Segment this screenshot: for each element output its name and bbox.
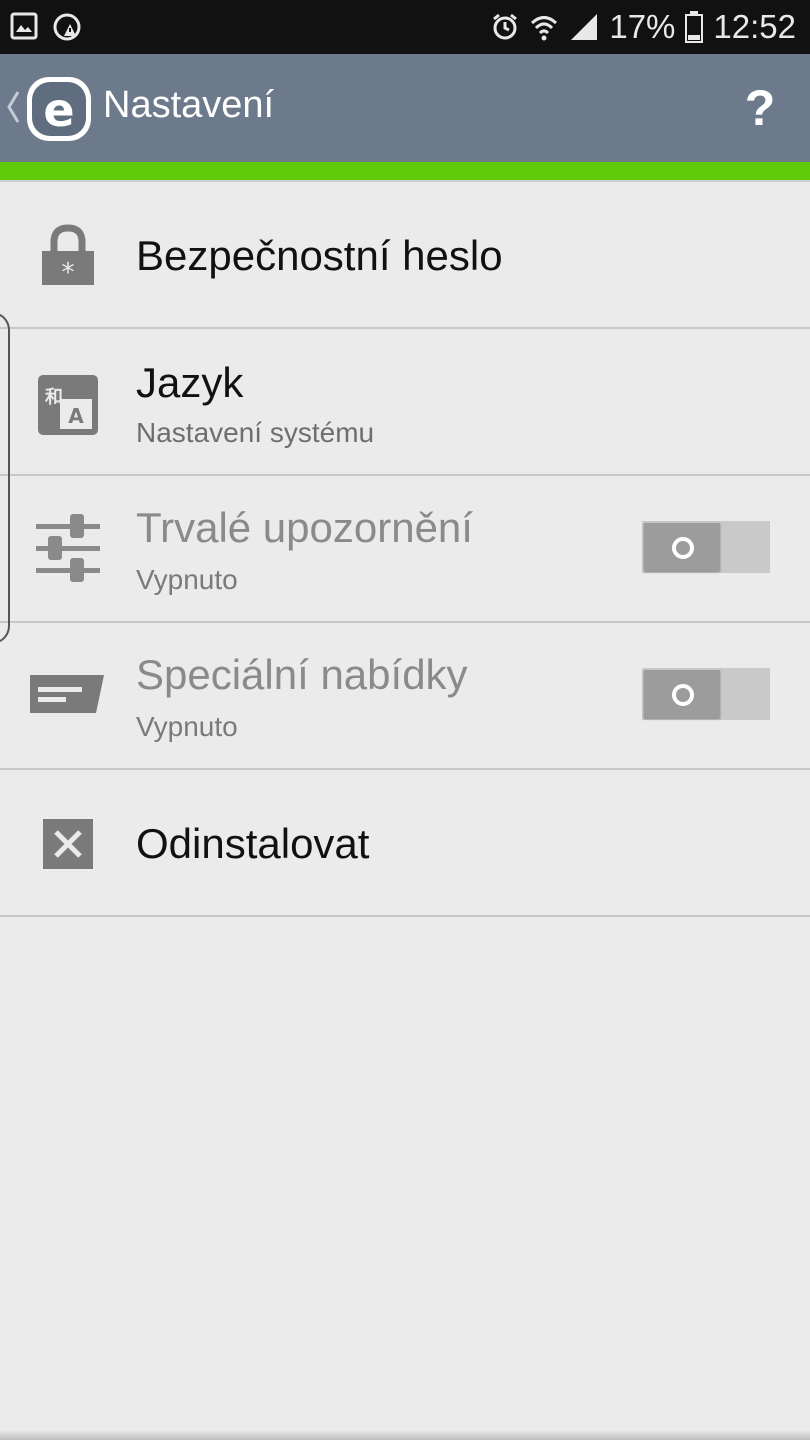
logo-letter: e: [43, 83, 74, 137]
setting-label: Jazyk: [136, 359, 244, 406]
special-offers-toggle[interactable]: [642, 668, 770, 720]
wifi-icon: [529, 12, 559, 42]
alarm-icon: [491, 13, 519, 41]
setting-uninstall[interactable]: Odinstalovat: [0, 770, 810, 917]
eset-logo[interactable]: e: [24, 74, 94, 144]
svg-text:*: *: [62, 258, 75, 288]
edge-panel-handle[interactable]: [0, 312, 10, 644]
lock-icon: *: [30, 220, 106, 296]
setting-label: Speciální nabídky: [136, 651, 468, 698]
screenshot-icon: [52, 12, 82, 42]
language-icon: 和 A: [30, 367, 106, 443]
sliders-icon: [30, 510, 106, 586]
gallery-icon: [10, 12, 38, 42]
status-bar: 17% 12:52: [0, 0, 810, 54]
svg-text:A: A: [68, 404, 84, 428]
signal-icon: [569, 12, 599, 42]
setting-security-password[interactable]: * Bezpečnostní heslo: [0, 182, 810, 329]
setting-sublabel: Vypnuto: [136, 711, 238, 742]
clock: 12:52: [713, 8, 796, 45]
back-chevron-icon[interactable]: [6, 90, 20, 124]
setting-sublabel: Nastavení systému: [136, 417, 375, 448]
setting-sublabel: Vypnuto: [136, 564, 238, 595]
help-button[interactable]: ?: [740, 80, 780, 136]
setting-persistent-notification[interactable]: Trvalé upozornění Vypnuto: [0, 476, 810, 623]
app-bar: e Nastavení ?: [0, 54, 810, 162]
toggle-knob: [644, 670, 720, 718]
setting-language[interactable]: 和 A Jazyk Nastavení systému: [0, 329, 810, 476]
setting-special-offers[interactable]: Speciální nabídky Vypnuto: [0, 623, 810, 770]
setting-label: Odinstalovat: [136, 820, 370, 867]
setting-label: Bezpečnostní heslo: [136, 232, 503, 279]
page-title: Nastavení: [103, 84, 275, 126]
accent-line: [0, 162, 810, 180]
settings-list: * Bezpečnostní heslo 和 A Jazyk Nastavení…: [0, 182, 810, 917]
battery-icon: [685, 11, 704, 43]
toggle-knob: [644, 523, 720, 571]
persistent-notification-toggle[interactable]: [642, 521, 770, 573]
battery-percent: 17%: [609, 8, 676, 45]
bottom-shadow: [0, 1430, 810, 1440]
uninstall-icon: [30, 806, 106, 882]
offer-tag-icon: [30, 659, 106, 735]
setting-label: Trvalé upozornění: [136, 504, 473, 551]
